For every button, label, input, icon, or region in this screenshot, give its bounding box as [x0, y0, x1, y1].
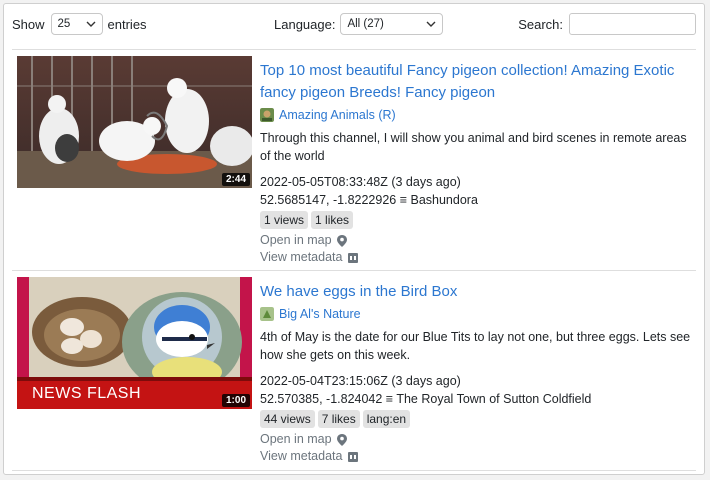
news-flash-overlay: NEWS FLASH — [32, 385, 142, 402]
views-badge: 1 views — [260, 211, 309, 229]
channel-name: Big Al's Nature — [279, 307, 361, 321]
video-info: Top 10 most beautiful Fancy pigeon colle… — [260, 56, 696, 266]
language-control: Language: All (27) — [274, 12, 444, 36]
video-info: We have eggs in the Bird Box Big Al's Na… — [260, 277, 696, 465]
entries-select[interactable]: 25 — [50, 13, 103, 35]
location-text: 52.5685147, -1.8222926 ≡ Bashundora — [260, 193, 478, 207]
published-date: 2022-05-05T08:33:48Z (3 days ago) — [260, 175, 461, 189]
view-metadata-link[interactable]: View metadata — [260, 448, 696, 465]
channel-avatar-icon — [260, 307, 274, 321]
channel-link[interactable]: Amazing Animals (R) — [260, 108, 696, 122]
map-pin-icon — [336, 234, 347, 247]
location-text: 52.570385, -1.824042 ≡ The Royal Town of… — [260, 392, 592, 406]
divider — [12, 270, 696, 271]
video-thumbnail[interactable]: 2:44 — [17, 56, 252, 188]
language-label: Language: — [274, 16, 336, 32]
table-toolbar: Show 25 entries Language: All (27) Searc… — [12, 12, 696, 36]
video-duration: 2:44 — [221, 173, 250, 186]
search-label: Search: — [518, 16, 563, 32]
video-description: 4th of May is the date for our Blue Tits… — [260, 330, 691, 362]
open-in-map-link[interactable]: Open in map — [260, 232, 696, 249]
chevron-down-icon — [86, 21, 96, 27]
views-badge: 44 views — [260, 410, 315, 428]
table-row: 2:44 Top 10 most beautiful Fancy pigeon … — [17, 56, 696, 268]
entries-control: Show 25 entries — [12, 12, 147, 36]
metadata-icon — [348, 252, 359, 263]
video-title-link[interactable]: We have eggs in the Bird Box — [260, 281, 696, 303]
entries-select-value: 25 — [57, 18, 71, 30]
video-duration: 1:00 — [221, 394, 250, 407]
view-metadata-label: View metadata — [260, 449, 343, 463]
published-date: 2022-05-04T23:15:06Z (3 days ago) — [260, 374, 461, 388]
page-frame: Show 25 entries Language: All (27) Searc… — [3, 3, 705, 475]
open-in-map-link[interactable]: Open in map — [260, 431, 696, 448]
stats-badges: 44 views 7 likes lang:en — [260, 410, 696, 428]
channel-link[interactable]: Big Al's Nature — [260, 307, 696, 321]
open-in-map-label: Open in map — [260, 233, 332, 247]
metadata-icon — [348, 451, 359, 462]
entries-label: entries — [107, 16, 147, 32]
view-metadata-link[interactable]: View metadata — [260, 249, 696, 266]
channel-avatar-icon — [260, 108, 274, 122]
pigeon-thumbnail-image — [17, 56, 252, 188]
video-thumbnail[interactable]: NEWS FLASH 1:00 — [17, 277, 252, 409]
video-title-link[interactable]: Top 10 most beautiful Fancy pigeon colle… — [260, 60, 696, 104]
search-input[interactable] — [569, 13, 696, 35]
divider — [12, 49, 696, 50]
video-description: Through this channel, I will show you an… — [260, 131, 687, 163]
map-pin-icon — [336, 433, 347, 446]
language-select-value: All (27) — [347, 18, 384, 30]
likes-badge: 7 likes — [317, 410, 360, 428]
show-label: Show — [12, 16, 45, 32]
language-badge: lang:en — [362, 410, 411, 428]
divider — [12, 470, 696, 471]
table-row: NEWS FLASH 1:00 We have eggs in the Bird… — [17, 277, 696, 472]
stats-badges: 1 views 1 likes — [260, 211, 696, 229]
view-metadata-label: View metadata — [260, 250, 343, 264]
chevron-down-icon — [426, 21, 436, 27]
channel-name: Amazing Animals (R) — [279, 108, 396, 122]
likes-badge: 1 likes — [311, 211, 354, 229]
language-select[interactable]: All (27) — [340, 13, 444, 35]
open-in-map-label: Open in map — [260, 432, 332, 446]
search-control: Search: — [518, 12, 696, 36]
